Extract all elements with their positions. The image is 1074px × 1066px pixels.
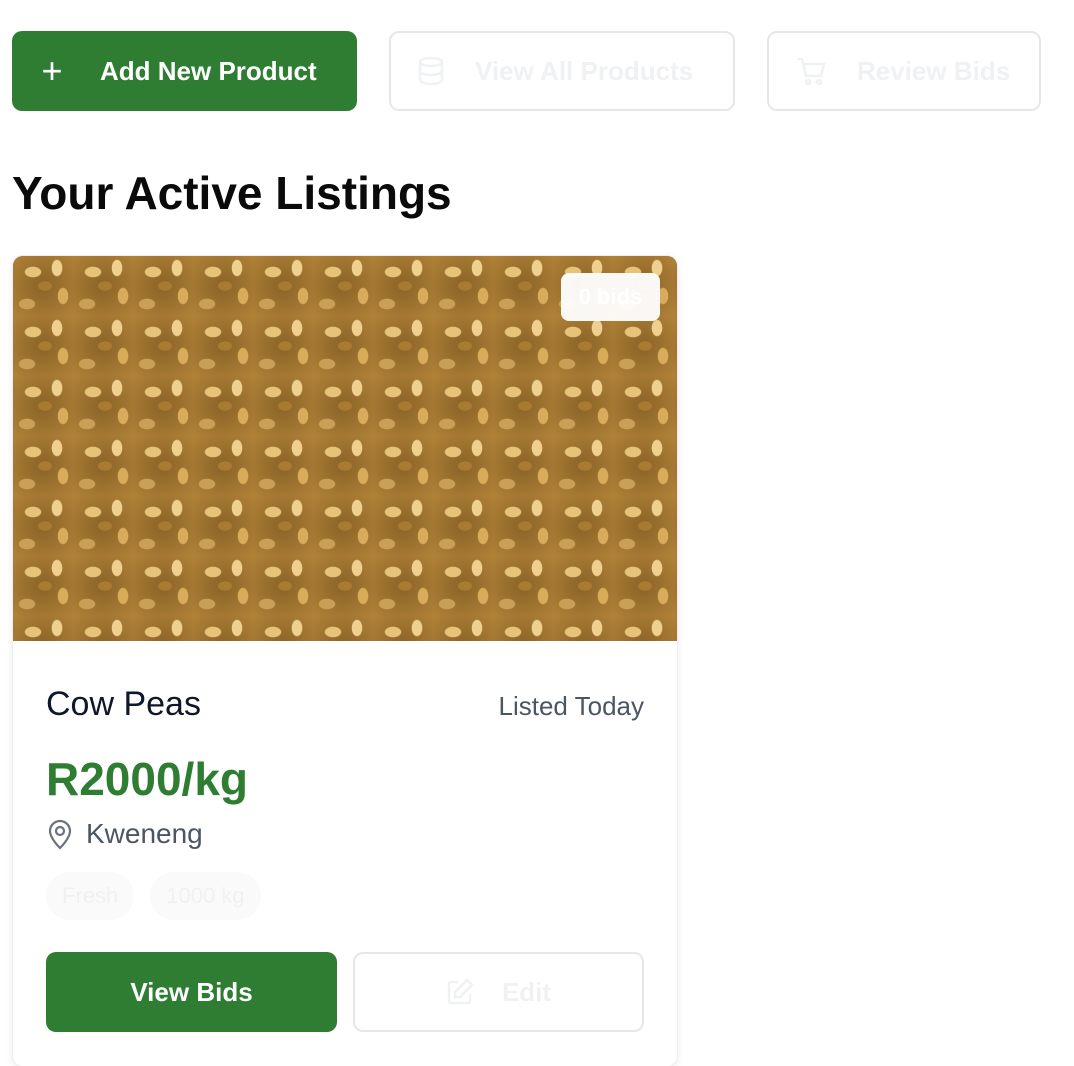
- map-pin-icon: [46, 818, 74, 850]
- view-all-products-button[interactable]: View All Products: [389, 31, 735, 111]
- review-bids-label: Review Bids: [857, 55, 1011, 86]
- view-bids-label: View Bids: [130, 976, 253, 1007]
- tag-freshness: Fresh: [46, 872, 135, 920]
- add-new-product-label: Add New Product: [100, 55, 317, 86]
- edit-listing-button[interactable]: Edit: [353, 952, 644, 1032]
- edit-icon: [446, 978, 474, 1006]
- product-price: R2000/kg: [46, 753, 249, 805]
- add-new-product-button[interactable]: + Add New Product: [12, 31, 357, 111]
- database-icon: [417, 56, 445, 86]
- location-label: Kweneng: [86, 818, 203, 849]
- action-toolbar: + Add New Product View All Products Revi…: [12, 31, 1041, 111]
- listing-header: Cow Peas Listed Today: [46, 685, 644, 724]
- bids-count-badge: 0 bids: [561, 273, 660, 321]
- product-tags: Fresh 1000 kg: [46, 872, 644, 920]
- section-title: Your Active Listings: [12, 167, 452, 219]
- product-name: Cow Peas: [46, 685, 201, 723]
- view-bids-button[interactable]: View Bids: [46, 952, 337, 1032]
- product-location: Kweneng: [46, 818, 644, 850]
- view-all-products-label: View All Products: [475, 55, 694, 86]
- product-image: 0 bids: [13, 256, 677, 641]
- listing-actions: View Bids Edit: [46, 952, 644, 1032]
- review-bids-button[interactable]: Review Bids: [767, 31, 1041, 111]
- tag-quantity: 1000 kg: [150, 872, 261, 920]
- listing-card: 0 bids Cow Peas Listed Today R2000/kg Kw…: [13, 256, 677, 1066]
- listing-card-body: Cow Peas Listed Today R2000/kg Kweneng F…: [13, 685, 677, 1032]
- plus-icon: +: [41, 50, 63, 91]
- cart-icon: [795, 56, 827, 86]
- edit-label: Edit: [501, 976, 552, 1007]
- listed-date: Listed Today: [498, 691, 644, 721]
